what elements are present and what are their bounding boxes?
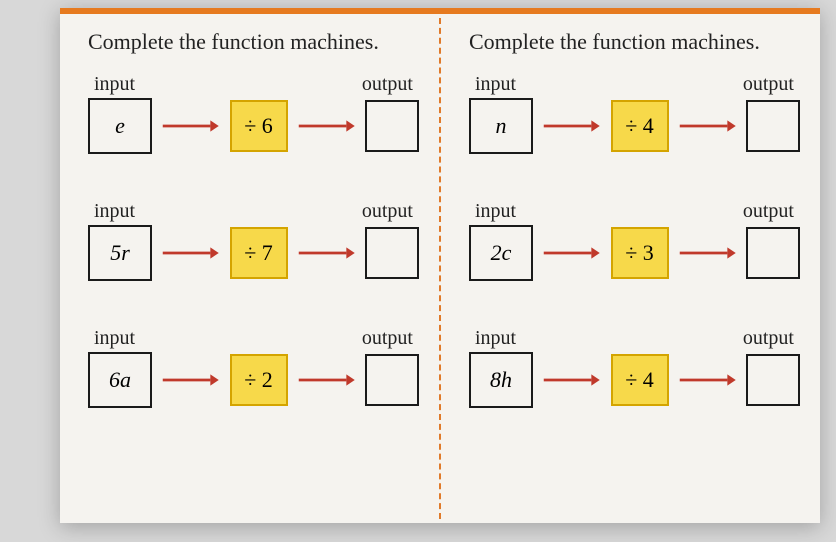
machine-labels: input output <box>88 73 419 98</box>
operation-box: ÷ 2 <box>230 354 288 406</box>
arrow-icon <box>288 246 366 260</box>
function-machine: input output 8h ÷ 4 <box>469 327 800 408</box>
input-label: input <box>475 327 516 350</box>
input-value: 8h <box>490 367 512 393</box>
input-box[interactable]: n <box>469 98 533 154</box>
operation-value: ÷ 7 <box>244 240 273 266</box>
output-label: output <box>743 327 794 350</box>
output-box[interactable] <box>365 354 419 406</box>
machine-labels: input output <box>469 73 800 98</box>
input-label: input <box>94 73 135 96</box>
worksheet-sheet: Complete the function machines. input ou… <box>60 8 820 523</box>
operation-box: ÷ 7 <box>230 227 288 279</box>
arrow-icon <box>533 119 611 133</box>
input-value: 2c <box>491 240 512 266</box>
machine-row: e ÷ 6 <box>88 98 419 154</box>
arrow-icon <box>669 373 747 387</box>
operation-box: ÷ 4 <box>611 354 669 406</box>
input-value: n <box>496 113 507 139</box>
input-label: input <box>94 327 135 350</box>
machine-row: n ÷ 4 <box>469 98 800 154</box>
arrow-icon <box>533 373 611 387</box>
input-box[interactable]: 5r <box>88 225 152 281</box>
operation-value: ÷ 2 <box>244 367 273 393</box>
function-machine: input output 5r ÷ 7 <box>88 200 419 281</box>
input-box[interactable]: e <box>88 98 152 154</box>
machine-labels: input output <box>469 200 800 225</box>
input-value: 5r <box>110 240 130 266</box>
machine-labels: input output <box>88 200 419 225</box>
input-label: input <box>94 200 135 223</box>
arrow-icon <box>152 246 230 260</box>
machine-labels: input output <box>88 327 419 352</box>
function-machine: input output n ÷ 4 <box>469 73 800 154</box>
output-box[interactable] <box>746 227 800 279</box>
operation-box: ÷ 4 <box>611 100 669 152</box>
output-label: output <box>362 327 413 350</box>
right-column: Complete the function machines. input ou… <box>441 14 820 523</box>
arrow-icon <box>669 246 747 260</box>
operation-value: ÷ 4 <box>625 113 654 139</box>
input-box[interactable]: 8h <box>469 352 533 408</box>
arrow-icon <box>533 246 611 260</box>
columns: Complete the function machines. input ou… <box>60 14 820 523</box>
input-value: e <box>115 113 125 139</box>
input-label: input <box>475 73 516 96</box>
arrow-icon <box>288 119 366 133</box>
operation-box: ÷ 3 <box>611 227 669 279</box>
instruction-left: Complete the function machines. <box>88 28 419 57</box>
arrow-icon <box>152 119 230 133</box>
operation-value: ÷ 3 <box>625 240 654 266</box>
function-machine: input output 2c ÷ 3 <box>469 200 800 281</box>
function-machine: input output 6a ÷ 2 <box>88 327 419 408</box>
output-box[interactable] <box>746 354 800 406</box>
input-box[interactable]: 6a <box>88 352 152 408</box>
machine-row: 6a ÷ 2 <box>88 352 419 408</box>
input-label: input <box>475 200 516 223</box>
output-label: output <box>362 200 413 223</box>
output-box[interactable] <box>365 227 419 279</box>
output-label: output <box>362 73 413 96</box>
machine-row: 8h ÷ 4 <box>469 352 800 408</box>
machine-row: 5r ÷ 7 <box>88 225 419 281</box>
output-box[interactable] <box>365 100 419 152</box>
machine-labels: input output <box>469 327 800 352</box>
operation-value: ÷ 6 <box>244 113 273 139</box>
function-machine: input output e ÷ 6 <box>88 73 419 154</box>
input-box[interactable]: 2c <box>469 225 533 281</box>
arrow-icon <box>152 373 230 387</box>
instruction-right: Complete the function machines. <box>469 28 800 57</box>
output-label: output <box>743 73 794 96</box>
input-value: 6a <box>109 367 131 393</box>
left-column: Complete the function machines. input ou… <box>60 14 439 523</box>
output-box[interactable] <box>746 100 800 152</box>
machine-row: 2c ÷ 3 <box>469 225 800 281</box>
output-label: output <box>743 200 794 223</box>
operation-box: ÷ 6 <box>230 100 288 152</box>
operation-value: ÷ 4 <box>625 367 654 393</box>
arrow-icon <box>669 119 747 133</box>
arrow-icon <box>288 373 366 387</box>
